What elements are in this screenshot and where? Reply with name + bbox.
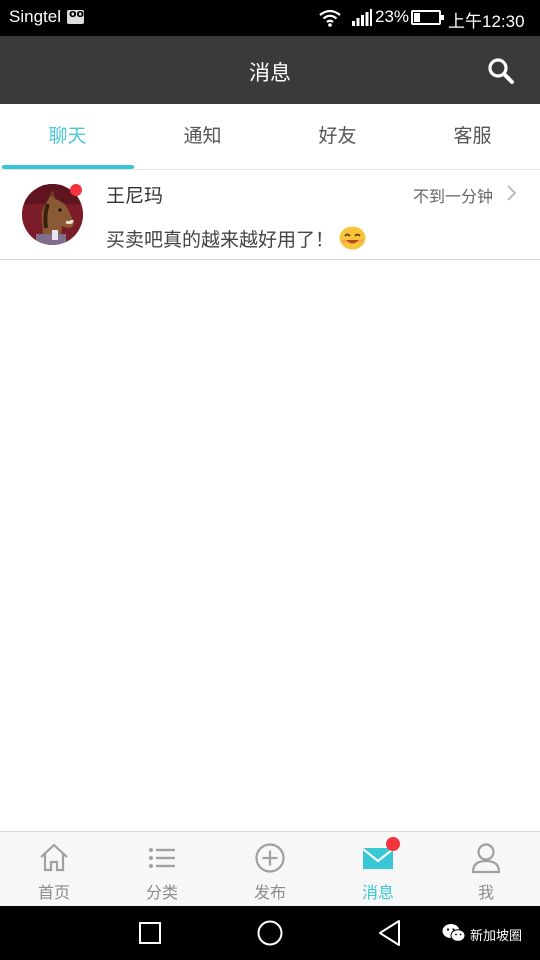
nav-me[interactable]: 我: [432, 832, 540, 907]
chat-list-item[interactable]: 王尼玛 不到一分钟 买卖吧真的越来越好用了！: [0, 170, 540, 260]
battery-icon: [411, 10, 444, 25]
status-bar: Singtel 23% 上午12:30: [0, 0, 540, 36]
tab-bar: 聊天 通知 好友 客服: [0, 104, 540, 170]
tab-friends[interactable]: 好友: [270, 104, 405, 170]
tab-notifications[interactable]: 通知: [135, 104, 270, 170]
watermark-text: 新加坡圈: [470, 929, 523, 944]
nav-publish[interactable]: 发布: [216, 832, 324, 907]
plus-circle-icon: [255, 843, 285, 873]
message-preview: 买卖吧真的越来越好用了！: [106, 225, 366, 252]
message-time: 不到一分钟: [412, 187, 493, 206]
nav-messages-badge: [386, 837, 400, 851]
smile-emoji-icon: [339, 226, 366, 250]
contact-name: 王尼玛: [106, 185, 164, 207]
active-tab-indicator: [2, 165, 134, 169]
nav-home[interactable]: 首页: [0, 832, 108, 907]
nav-home-label: 首页: [37, 883, 70, 902]
home-button-icon[interactable]: [256, 918, 284, 948]
tab-customer-service[interactable]: 客服: [405, 104, 540, 170]
carrier-name: Singtel: [9, 7, 61, 26]
person-icon: [471, 843, 501, 874]
nav-category-label: 分类: [145, 883, 178, 902]
recent-apps-icon[interactable]: [138, 918, 162, 948]
signal-icon: [352, 9, 372, 26]
infinity-icon: [67, 7, 84, 24]
battery-percent: 23%: [375, 7, 410, 26]
wifi-icon: [319, 9, 341, 27]
app-header: 消息: [0, 36, 540, 104]
system-nav-bar: 新加坡圈: [0, 906, 540, 960]
nav-messages[interactable]: 消息: [324, 832, 432, 907]
nav-category[interactable]: 分类: [108, 832, 216, 907]
search-icon[interactable]: [486, 56, 516, 86]
page-title: 消息: [249, 61, 291, 85]
clock: 上午12:30: [448, 12, 525, 31]
unread-dot: [70, 184, 82, 196]
battery-level: [414, 13, 420, 22]
nav-me-label: 我: [477, 883, 494, 902]
nav-messages-label: 消息: [361, 883, 394, 902]
tab-chat[interactable]: 聊天: [0, 104, 135, 170]
bottom-nav: 首页 分类 发布 消息 我: [0, 831, 540, 906]
chevron-right-icon: [507, 185, 517, 201]
home-icon: [40, 843, 68, 872]
nav-publish-label: 发布: [253, 883, 286, 902]
wechat-icon: [442, 924, 466, 942]
message-text: 买卖吧真的越来越好用了！: [106, 229, 335, 251]
list-icon: [149, 848, 175, 868]
back-icon[interactable]: [377, 918, 403, 948]
